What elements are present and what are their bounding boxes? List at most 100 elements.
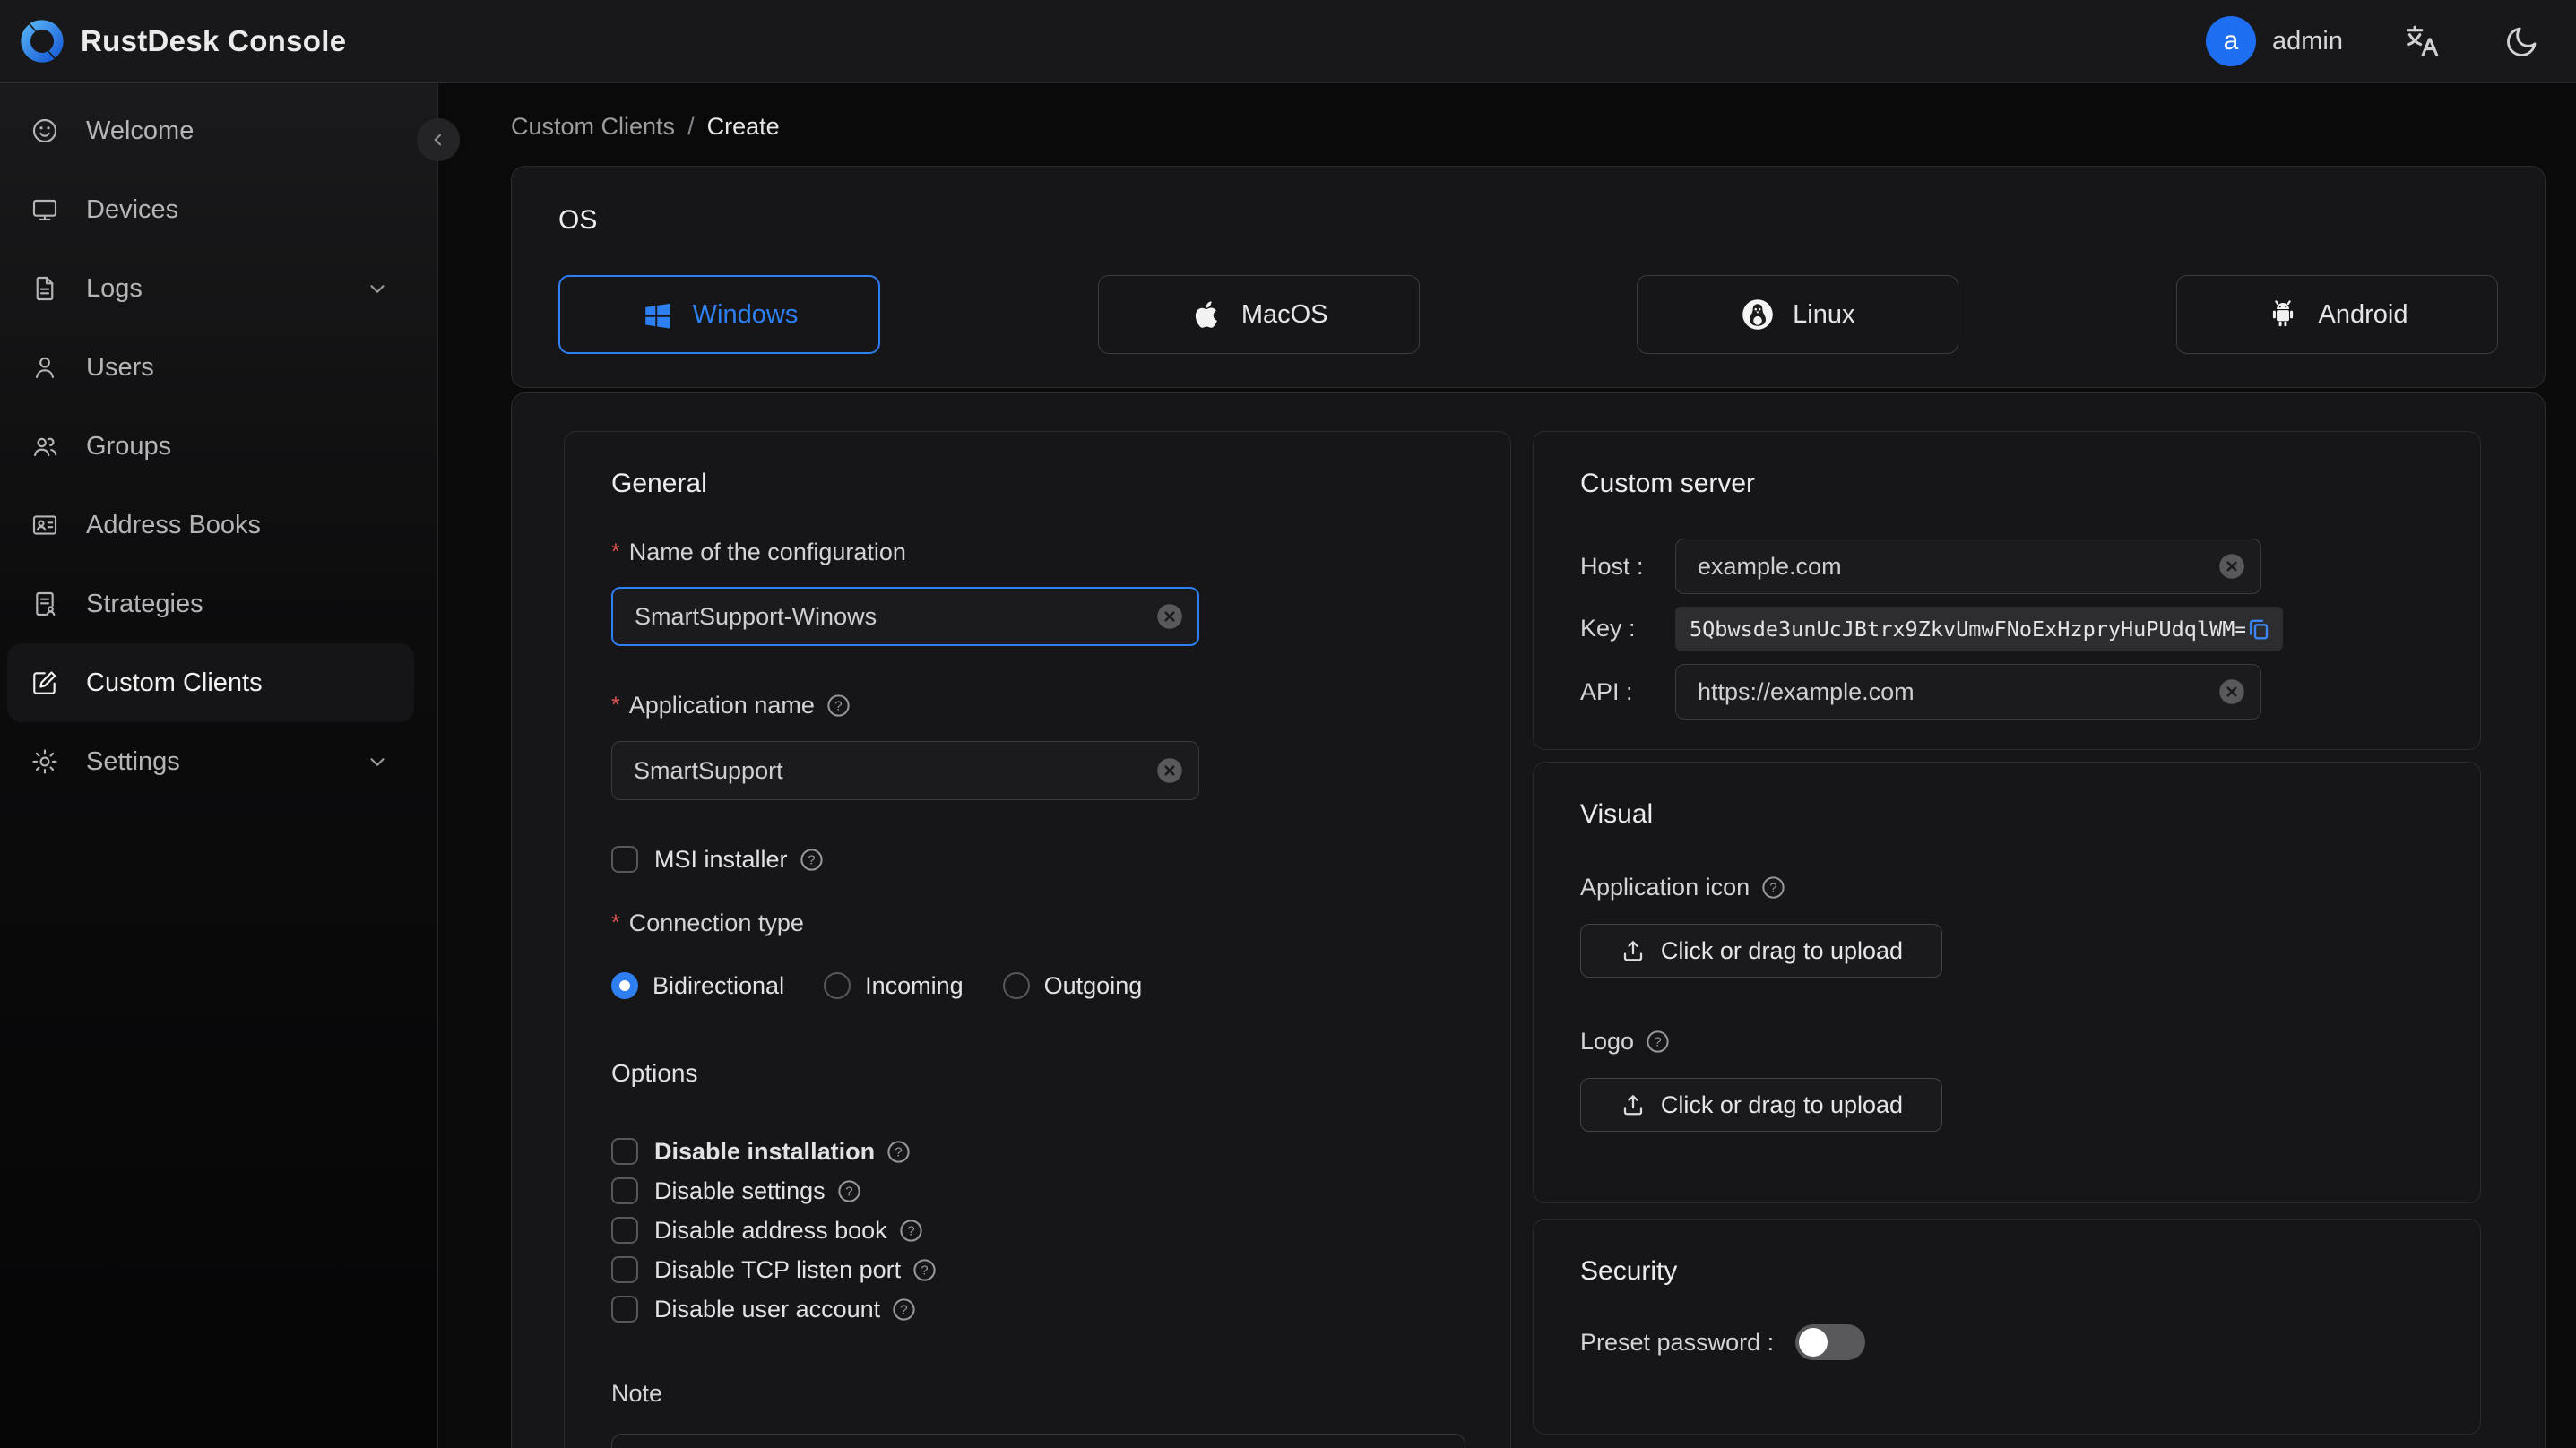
radio-icon xyxy=(1002,972,1030,999)
breadcrumb-separator: / xyxy=(687,113,695,140)
disable-user-account-checkbox[interactable] xyxy=(611,1296,638,1323)
logs-file-icon xyxy=(36,276,54,301)
chevron-down-icon xyxy=(370,758,385,766)
disable-installation-checkbox[interactable] xyxy=(611,1138,638,1165)
os-button-windows[interactable]: Windows xyxy=(558,275,880,354)
language-icon[interactable] xyxy=(2402,22,2442,61)
upload-button-label: Click or drag to upload xyxy=(1660,936,1904,964)
visual-panel: Visual Application icon ? Click or drag … xyxy=(1533,762,2481,1203)
disable-tcp-listen-port-checkbox[interactable] xyxy=(611,1256,638,1283)
upload-icon xyxy=(1623,1095,1643,1116)
help-icon[interactable]: ? xyxy=(826,693,851,719)
sidebar-item-welcome[interactable]: Welcome xyxy=(7,91,414,170)
config-name-input[interactable] xyxy=(611,587,1199,646)
connection-type-group: Bidirectional Incoming Outgoing xyxy=(611,966,1464,1005)
group-icon xyxy=(33,437,57,457)
radio-outgoing[interactable]: Outgoing xyxy=(1002,972,1142,1000)
help-icon[interactable]: ? xyxy=(836,1178,862,1204)
disable-settings-checkbox[interactable] xyxy=(611,1177,638,1204)
config-name-label: * Name of the configuration xyxy=(611,536,1464,568)
app-icon-upload-button[interactable]: Click or drag to upload xyxy=(1580,924,1942,978)
clear-icon[interactable] xyxy=(2218,553,2245,580)
api-input[interactable] xyxy=(1675,664,2261,720)
os-section: OS Windows MacOS Linux Android xyxy=(511,166,2546,388)
app-name-input-wrap xyxy=(611,741,1199,800)
sidebar-item-custom-clients[interactable]: Custom Clients xyxy=(7,643,414,722)
svg-text:?: ? xyxy=(921,1263,928,1278)
breadcrumb-parent[interactable]: Custom Clients xyxy=(511,110,675,143)
sidebar-item-settings[interactable]: Settings xyxy=(7,722,414,801)
msi-installer-checkbox[interactable] xyxy=(611,846,638,873)
user-name[interactable]: admin xyxy=(2272,27,2343,56)
sidebar-item-logs[interactable]: Logs xyxy=(7,249,414,328)
logo-upload-button[interactable]: Click or drag to upload xyxy=(1580,1078,1942,1132)
msi-installer-row: MSI installer ? xyxy=(611,841,1464,877)
user-icon xyxy=(35,357,54,378)
strategy-doc-icon xyxy=(36,591,56,616)
sidebar-item-label: Custom Clients xyxy=(86,668,263,697)
config-name-input-wrap xyxy=(611,587,1199,646)
key-value-box: 5Qbwsde3unUcJBtrx9ZkvUmwFNoExHzpryHuPUdq… xyxy=(1675,607,2283,651)
sidebar: Welcome Devices Logs Users Groups Addres… xyxy=(0,83,438,1448)
key-row: Key : 5Qbwsde3unUcJBtrx9ZkvUmwFNoExHzpry… xyxy=(1580,607,2433,651)
client-config-section: General * Name of the configuration * Ap… xyxy=(511,392,2546,1448)
android-robot-icon xyxy=(2273,300,2294,327)
help-icon[interactable]: ? xyxy=(891,1297,917,1323)
host-input[interactable] xyxy=(1675,539,2261,594)
app-name-label: * Application name ? xyxy=(611,689,1464,721)
sidebar-item-users[interactable]: Users xyxy=(7,328,414,407)
windows-logo-icon xyxy=(644,303,670,329)
svg-text:?: ? xyxy=(895,1144,902,1159)
application-icon-label: Application icon ? xyxy=(1580,871,2433,903)
option-disable-tcp-listen-port: Disable TCP listen port ? xyxy=(611,1250,1464,1289)
note-label: Note xyxy=(611,1380,663,1407)
note-textarea[interactable] xyxy=(611,1434,1465,1448)
os-button-linux[interactable]: Linux xyxy=(1637,275,1959,354)
help-icon[interactable]: ? xyxy=(1760,875,1786,901)
sidebar-item-devices[interactable]: Devices xyxy=(7,170,414,249)
sidebar-item-label: Users xyxy=(86,352,154,382)
os-button-macos[interactable]: MacOS xyxy=(1097,275,1420,354)
help-icon[interactable]: ? xyxy=(912,1257,938,1283)
sidebar-item-label: Strategies xyxy=(86,589,203,618)
breadcrumb-current: Create xyxy=(706,113,780,140)
preset-password-toggle[interactable] xyxy=(1795,1324,1866,1360)
security-panel: Security Preset password : xyxy=(1533,1219,2481,1435)
custom-server-panel: Custom server Host : Key : xyxy=(1533,431,2481,750)
app-name-input[interactable] xyxy=(611,741,1199,800)
connection-type-label: * Connection type xyxy=(611,907,1464,939)
toggle-knob xyxy=(1799,1328,1828,1357)
host-row: Host : xyxy=(1580,539,2433,594)
svg-text:?: ? xyxy=(900,1302,907,1317)
api-row: API : xyxy=(1580,664,2433,720)
sidebar-item-label: Logs xyxy=(86,273,143,303)
clear-icon[interactable] xyxy=(1156,757,1183,784)
clear-icon[interactable] xyxy=(1156,603,1183,630)
sidebar-collapse-button[interactable] xyxy=(417,118,460,161)
general-panel: General * Name of the configuration * Ap… xyxy=(564,431,1511,1448)
avatar[interactable]: a xyxy=(2206,16,2256,66)
sidebar-item-label: Settings xyxy=(86,746,180,776)
disable-address-book-checkbox[interactable] xyxy=(611,1217,638,1244)
copy-icon[interactable] xyxy=(2245,616,2272,642)
radio-selected-icon xyxy=(611,972,638,999)
option-disable-user-account: Disable user account ? xyxy=(611,1289,1464,1329)
dark-mode-icon[interactable] xyxy=(2504,23,2540,59)
sidebar-item-address-books[interactable]: Address Books xyxy=(7,486,414,565)
help-icon[interactable]: ? xyxy=(1645,1029,1671,1055)
linux-tux-icon xyxy=(1742,299,1773,330)
clear-icon[interactable] xyxy=(2218,678,2245,705)
sidebar-item-strategies[interactable]: Strategies xyxy=(7,565,414,643)
radio-incoming[interactable]: Incoming xyxy=(824,972,964,1000)
rustdesk-logo-icon xyxy=(21,20,64,63)
help-icon[interactable]: ? xyxy=(886,1139,912,1165)
help-icon[interactable]: ? xyxy=(799,847,825,873)
sidebar-item-groups[interactable]: Groups xyxy=(7,407,414,486)
help-icon[interactable]: ? xyxy=(898,1218,924,1244)
host-label: Host : xyxy=(1580,552,1644,580)
radio-bidirectional[interactable]: Bidirectional xyxy=(611,972,784,1000)
os-button-android[interactable]: Android xyxy=(2175,275,2498,354)
security-title: Security xyxy=(1580,1256,1678,1286)
sidebar-item-label: Welcome xyxy=(86,116,194,145)
required-asterisk: * xyxy=(611,910,620,935)
